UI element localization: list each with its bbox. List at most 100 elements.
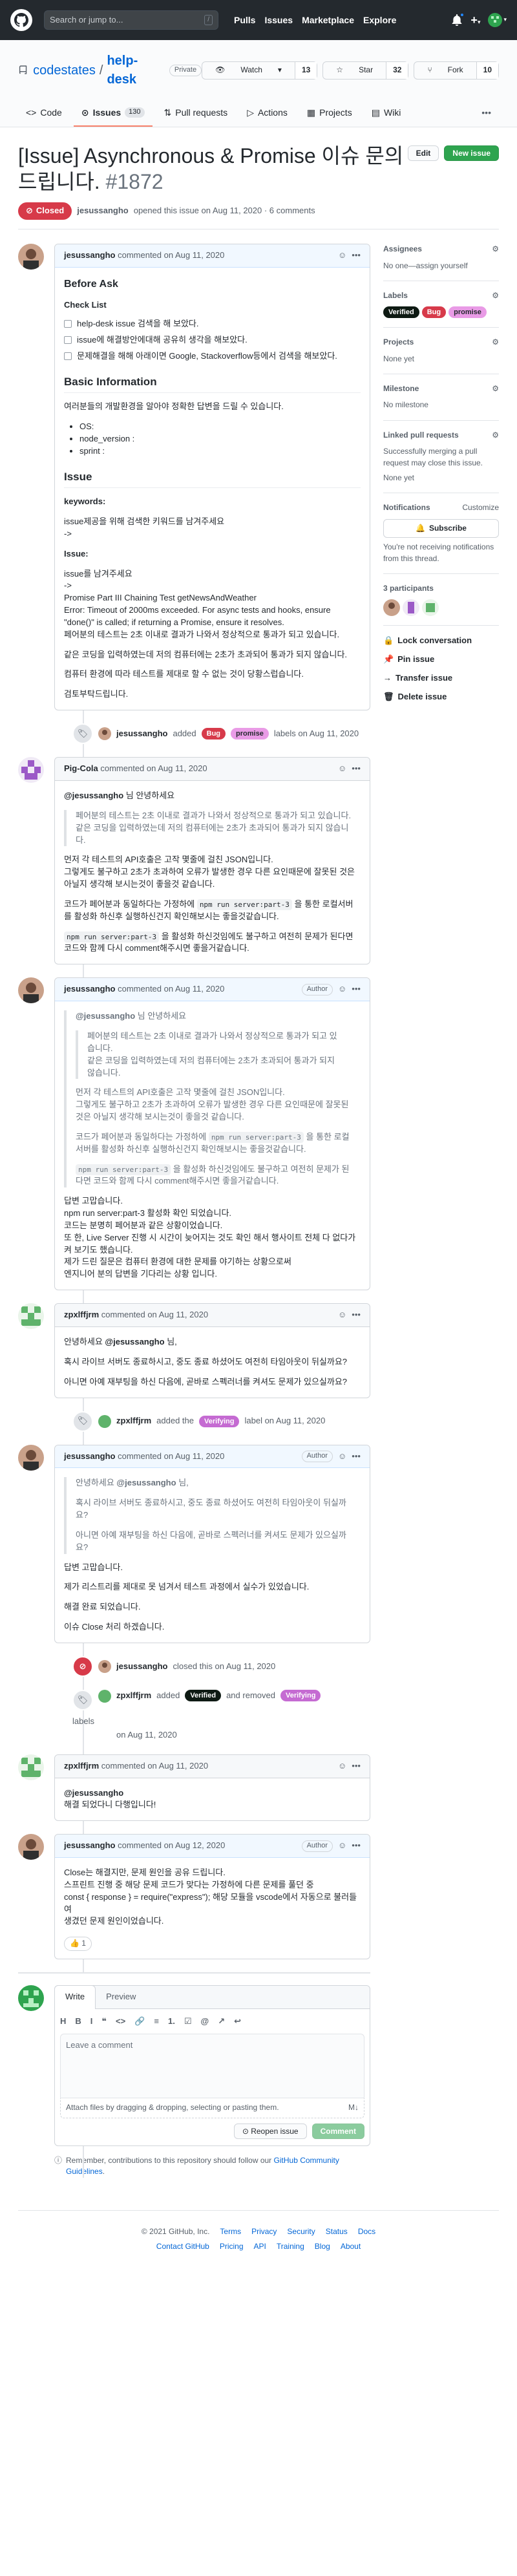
footer-link[interactable]: Security <box>287 2226 315 2237</box>
bullet-list-icon[interactable]: ≡ <box>154 2016 159 2028</box>
label-verifying[interactable]: Verifying <box>280 1689 321 1701</box>
kebab-icon[interactable]: ••• <box>352 763 361 775</box>
avatar[interactable] <box>98 1659 111 1673</box>
comment-author[interactable]: zpxlffjrm <box>64 1309 99 1321</box>
tab-projects[interactable]: ▦ Projects <box>299 101 360 127</box>
link-icon[interactable]: 🔗 <box>134 2016 145 2028</box>
linked-prs-title[interactable]: Linked pull requests <box>383 430 459 441</box>
kebab-icon[interactable]: ••• <box>352 1309 361 1321</box>
tab-wiki[interactable]: ▤ Wiki <box>364 101 409 127</box>
tab-preview[interactable]: Preview <box>96 1986 146 2008</box>
comment-time[interactable]: commented on Aug 11, 2020 <box>118 250 224 262</box>
comment-author[interactable]: jesussangho <box>64 1840 115 1852</box>
smiley-icon[interactable]: ☺ <box>338 763 346 775</box>
gear-icon[interactable]: ⚙ <box>492 244 499 255</box>
footer-link[interactable]: Status <box>326 2226 348 2237</box>
assignees-title[interactable]: Assignees <box>383 244 422 255</box>
fork-count[interactable]: 10 <box>476 62 498 79</box>
event-actor[interactable]: jesussangho <box>116 728 167 740</box>
task-list-icon[interactable]: ☑ <box>184 2016 192 2028</box>
kebab-icon[interactable]: ••• <box>352 1840 361 1852</box>
label-verified[interactable]: Verified <box>383 306 419 319</box>
comment-author[interactable]: Pig-Cola <box>64 763 98 775</box>
kebab-icon[interactable]: ••• <box>352 250 361 262</box>
thumbs-up-reaction[interactable]: 👍 1 <box>64 1937 92 1951</box>
comment-author[interactable]: jesussangho <box>64 250 115 262</box>
smiley-icon[interactable]: ☺ <box>338 1760 346 1772</box>
italic-icon[interactable]: I <box>90 2016 93 2028</box>
avatar[interactable] <box>18 977 44 1004</box>
new-issue-button[interactable]: New issue <box>444 145 499 162</box>
smiley-icon[interactable]: ☺ <box>338 983 346 995</box>
tab-issues[interactable]: ⊙ Issues 130 <box>73 101 153 127</box>
footer-link[interactable]: Docs <box>358 2226 375 2237</box>
tab-code[interactable]: <> Code <box>18 101 70 127</box>
avatar[interactable] <box>18 757 44 783</box>
quote-icon[interactable]: ❝ <box>101 2016 107 2028</box>
footer-link[interactable]: Terms <box>220 2226 241 2237</box>
label-bug[interactable]: Bug <box>201 728 226 740</box>
comment-time[interactable]: commented on Aug 12, 2020 <box>118 1840 225 1852</box>
more-icon[interactable]: ••• <box>474 101 499 127</box>
comment-time[interactable]: commented on Aug 11, 2020 <box>118 1451 224 1463</box>
avatar[interactable]: ▾ <box>488 13 507 27</box>
bell-icon[interactable] <box>451 12 465 27</box>
smiley-icon[interactable]: ☺ <box>338 250 346 262</box>
checkbox[interactable] <box>64 336 72 345</box>
event-actor[interactable]: jesussangho <box>116 1661 167 1673</box>
code-icon[interactable]: <> <box>116 2016 125 2028</box>
gear-icon[interactable]: ⚙ <box>492 337 499 348</box>
projects-title[interactable]: Projects <box>383 337 414 348</box>
gear-icon[interactable]: ⚙ <box>492 290 499 301</box>
avatar[interactable] <box>98 1414 111 1428</box>
reply-icon[interactable]: ↩ <box>234 2016 241 2028</box>
tab-write[interactable]: Write <box>54 1985 96 2009</box>
comment-time[interactable]: commented on Aug 11, 2020 <box>101 1309 208 1321</box>
user-mention[interactable]: @jesussangho <box>116 1478 176 1487</box>
mention-icon[interactable]: @ <box>201 2016 209 2028</box>
avatar[interactable] <box>421 599 439 617</box>
user-mention[interactable]: @jesussangho <box>64 791 123 800</box>
label-verified[interactable]: Verified <box>185 1689 222 1701</box>
nav-pulls[interactable]: Pulls <box>234 14 255 27</box>
smiley-icon[interactable]: ☺ <box>338 1840 346 1852</box>
star-count[interactable]: 32 <box>386 62 408 79</box>
comment-time[interactable]: commented on Aug 11, 2020 <box>101 1760 208 1772</box>
labels-title[interactable]: Labels <box>383 290 408 301</box>
pin-issue-link[interactable]: 📌 Pin issue <box>383 654 499 666</box>
comment-time[interactable]: commented on Aug 11, 2020 <box>118 983 224 995</box>
avatar[interactable] <box>18 1985 44 2011</box>
avatar[interactable] <box>18 1444 44 1471</box>
comment-author[interactable]: jesussangho <box>64 1451 115 1463</box>
checkbox[interactable] <box>64 352 72 361</box>
markdown-icon[interactable]: M↓ <box>348 2102 359 2113</box>
repo-name-link[interactable]: help-desk <box>107 52 164 89</box>
numbered-list-icon[interactable]: 1. <box>168 2016 175 2028</box>
avatar[interactable] <box>402 599 419 617</box>
gear-icon[interactable]: ⚙ <box>492 430 499 441</box>
user-mention[interactable]: @jesussangho <box>105 1337 164 1347</box>
gear-icon[interactable]: ⚙ <box>492 383 499 394</box>
user-mention[interactable]: @jesussangho <box>76 1011 135 1021</box>
github-octocat-icon[interactable] <box>10 9 32 31</box>
edit-button[interactable]: Edit <box>407 145 439 162</box>
reopen-issue-button[interactable]: ⊙ Reopen issue <box>233 2123 307 2139</box>
nav-issues[interactable]: Issues <box>264 14 293 27</box>
subscribe-button[interactable]: 🔔 Subscribe <box>383 518 499 538</box>
avatar[interactable] <box>98 1689 111 1703</box>
kebab-icon[interactable]: ••• <box>352 983 361 995</box>
opened-by[interactable]: jesussangho <box>77 205 128 217</box>
event-actor[interactable]: zpxlffjrm <box>116 1690 151 1702</box>
search-input[interactable]: Search or jump to... / <box>44 10 218 30</box>
transfer-issue-link[interactable]: → Transfer issue <box>383 672 499 685</box>
avatar[interactable] <box>18 1834 44 1860</box>
comment-author[interactable]: jesussangho <box>64 983 115 995</box>
kebab-icon[interactable]: ••• <box>352 1760 361 1772</box>
footer-link[interactable]: Pricing <box>220 2241 244 2252</box>
avatar[interactable] <box>383 599 400 617</box>
label-verifying[interactable]: Verifying <box>199 1415 240 1427</box>
kebab-icon[interactable]: ••• <box>352 1451 361 1463</box>
comment-button[interactable]: Comment <box>311 2123 364 2139</box>
label-bug[interactable]: Bug <box>421 306 447 319</box>
label-promise[interactable]: promise <box>231 728 269 740</box>
